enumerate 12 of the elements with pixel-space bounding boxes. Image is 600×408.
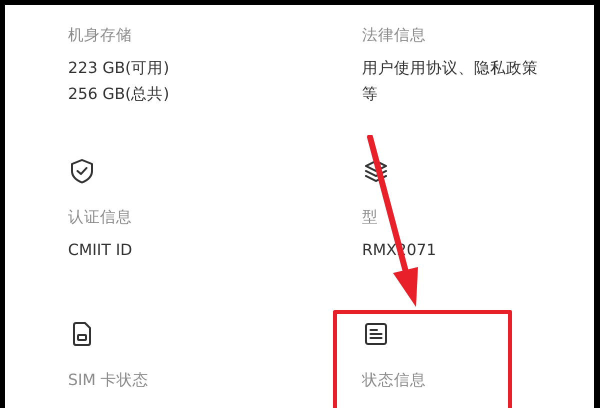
shield-check-icon (69, 158, 95, 184)
info-label: SIM 卡状态 (68, 370, 149, 391)
info-label: 认证信息 (68, 207, 132, 228)
info-label: 型 (362, 207, 378, 228)
info-label: 状态信息 (362, 370, 426, 391)
info-value: 223 GB(可用) (68, 58, 170, 79)
info-value: CMIIT ID (68, 240, 132, 261)
info-value: 256 GB(总共) (68, 84, 170, 105)
info-value: 用户使用协议、隐私政策等 (362, 58, 539, 105)
info-label: 机身存储 (68, 25, 132, 46)
document-icon (363, 321, 389, 347)
info-label: 法律信息 (362, 25, 426, 46)
